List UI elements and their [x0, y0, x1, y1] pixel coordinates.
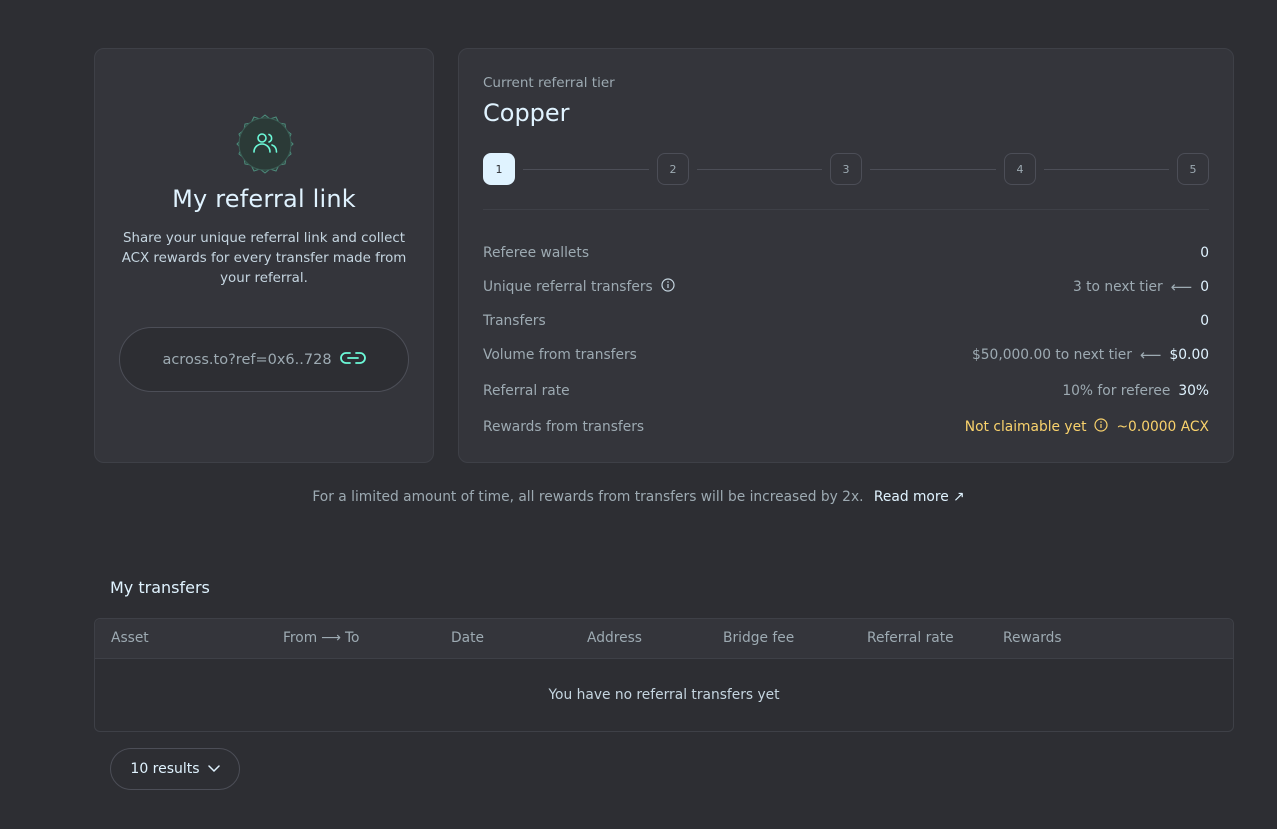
- claim-status: Not claimable yet: [964, 419, 1087, 435]
- promo-banner: For a limited amount of time, all reward…: [0, 489, 1277, 505]
- read-more-label: Read more: [873, 489, 949, 505]
- stat-value: 0: [1200, 245, 1209, 261]
- stat-label: Volume from transfers: [483, 347, 637, 363]
- stat-referee-wallets: Referee wallets 0: [483, 242, 1209, 264]
- stepper-line: [523, 169, 649, 170]
- users-icon: [233, 112, 297, 176]
- table-header: Asset From ⟶ To Date Address Bridge fee …: [95, 619, 1233, 659]
- tier-step-3: 3: [830, 153, 862, 185]
- referral-tier-card: Current referral tier Copper 1 2 3 4 5 R…: [458, 48, 1234, 463]
- tier-stepper: 1 2 3 4 5: [483, 153, 1209, 185]
- tier-label: Current referral tier: [483, 75, 615, 91]
- chevron-down-icon: [207, 761, 220, 777]
- referral-link-description: Share your unique referral link and coll…: [121, 231, 407, 286]
- external-arrow-icon: ↗: [953, 489, 965, 505]
- next-tier-requirement: 3 to next tier: [1072, 279, 1163, 295]
- transfers-title: My transfers: [110, 578, 210, 597]
- tier-step-4: 4: [1004, 153, 1036, 185]
- referral-link-card: My referral link Share your unique refer…: [94, 48, 434, 463]
- stepper-line: [870, 169, 996, 170]
- promo-text: For a limited amount of time, all reward…: [312, 489, 864, 505]
- tier-name: Copper: [483, 99, 570, 127]
- referral-link-title: My referral link: [172, 185, 356, 213]
- tier-step-2: 2: [657, 153, 689, 185]
- rewards-value: ~0.0000 ACX: [1116, 419, 1209, 435]
- copy-referral-link-button[interactable]: across.to?ref=0x6..728: [119, 327, 409, 392]
- divider: [483, 209, 1209, 210]
- stat-unique-transfers: Unique referral transfers 3 to next tier…: [483, 276, 1209, 298]
- transfers-table: Asset From ⟶ To Date Address Bridge fee …: [94, 618, 1234, 732]
- stat-label: Referral rate: [483, 383, 570, 399]
- column-asset: Asset: [111, 630, 149, 646]
- stat-label: Referee wallets: [483, 245, 590, 261]
- page-size-select[interactable]: 10 results: [110, 748, 240, 790]
- read-more-link[interactable]: Read more ↗: [874, 489, 965, 505]
- stat-label: Rewards from transfers: [483, 419, 645, 435]
- link-icon: [339, 350, 366, 370]
- stat-transfers: Transfers 0: [483, 310, 1209, 332]
- info-icon[interactable]: [661, 278, 675, 296]
- stepper-line: [697, 169, 822, 170]
- tier-step-1: 1: [483, 153, 515, 185]
- stat-label: Unique referral transfers: [483, 279, 653, 295]
- column-date: Date: [451, 630, 484, 646]
- column-bridge-fee: Bridge fee: [723, 630, 795, 646]
- arrow-left-icon: ⟵: [1139, 346, 1162, 364]
- stat-value: $0.00: [1169, 347, 1210, 363]
- next-tier-requirement: $50,000.00 to next tier: [972, 347, 1132, 363]
- page-size-label: 10 results: [130, 761, 200, 777]
- referral-link-text: across.to?ref=0x6..728: [162, 351, 332, 368]
- column-rewards: Rewards: [1003, 630, 1062, 646]
- stat-rewards: Rewards from transfers Not claimable yet…: [483, 416, 1209, 438]
- arrow-left-icon: ⟵: [1170, 278, 1193, 296]
- stat-value: 0: [1200, 279, 1209, 295]
- stat-label: Transfers: [483, 313, 546, 329]
- column-from-to: From ⟶ To: [283, 630, 360, 646]
- stat-volume: Volume from transfers $50,000.00 to next…: [483, 344, 1209, 366]
- referee-rate: 10% for referee: [1062, 383, 1171, 399]
- column-referral-rate: Referral rate: [867, 630, 954, 646]
- stat-value: 0: [1200, 313, 1209, 329]
- stepper-line: [1044, 169, 1169, 170]
- stat-value: 30%: [1178, 383, 1209, 399]
- info-icon[interactable]: [1094, 418, 1109, 436]
- column-address: Address: [587, 630, 642, 646]
- arrow-right-icon: ⟶: [321, 630, 341, 646]
- empty-state: You have no referral transfers yet: [548, 687, 780, 703]
- stat-referral-rate: Referral rate 10% for referee 30%: [483, 380, 1209, 402]
- column-to: To: [344, 630, 360, 646]
- column-from: From: [283, 630, 318, 646]
- tier-step-5: 5: [1177, 153, 1209, 185]
